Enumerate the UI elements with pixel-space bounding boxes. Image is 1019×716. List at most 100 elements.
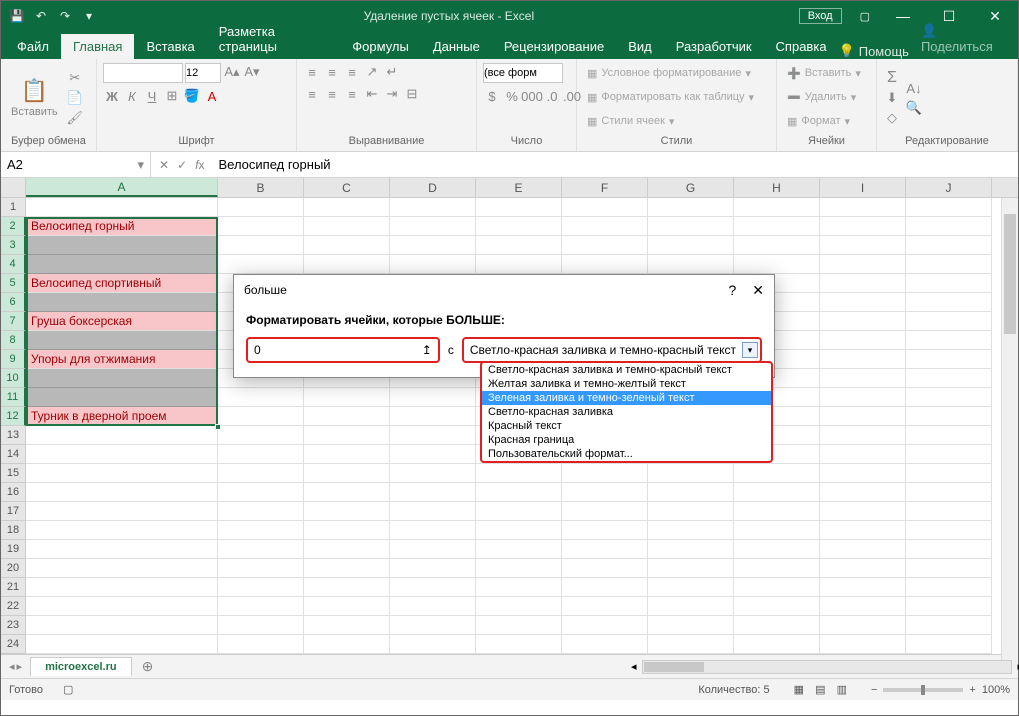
find-select-icon[interactable]: 🔍	[905, 99, 923, 117]
cell[interactable]	[476, 483, 562, 502]
cell[interactable]	[906, 198, 992, 217]
tab-file[interactable]: Файл	[5, 34, 61, 59]
row-header[interactable]: 9	[1, 350, 26, 369]
cell[interactable]: Груша боксерская	[26, 312, 218, 331]
hscroll-thumb[interactable]	[644, 662, 704, 672]
format-cells-button[interactable]: ▦Формат▾	[783, 111, 854, 131]
cell[interactable]	[562, 217, 648, 236]
scroll-left-icon[interactable]: ◂	[631, 660, 637, 673]
signin-button[interactable]: Вход	[799, 8, 842, 24]
cell[interactable]	[304, 445, 390, 464]
cell[interactable]	[562, 198, 648, 217]
cell[interactable]	[648, 540, 734, 559]
row-header[interactable]: 15	[1, 464, 26, 483]
cell[interactable]	[906, 426, 992, 445]
underline-icon[interactable]: Ч	[143, 87, 161, 105]
tab-developer[interactable]: Разработчик	[664, 34, 764, 59]
formula-input[interactable]: Велосипед горный	[212, 157, 1018, 172]
cell[interactable]	[820, 464, 906, 483]
sheet-nav-next-icon[interactable]: ▸	[17, 660, 23, 673]
page-break-view-icon[interactable]: ▥	[833, 684, 851, 696]
cell[interactable]	[820, 293, 906, 312]
align-middle-icon[interactable]: ≡	[323, 63, 341, 81]
cell[interactable]	[906, 483, 992, 502]
macro-record-icon[interactable]: ▢	[63, 683, 73, 696]
cell[interactable]	[26, 540, 218, 559]
cell[interactable]	[562, 464, 648, 483]
row-header[interactable]: 6	[1, 293, 26, 312]
cell[interactable]	[820, 255, 906, 274]
threshold-input[interactable]	[248, 343, 416, 357]
row-header[interactable]: 1	[1, 198, 26, 217]
dropdown-option[interactable]: Красная граница	[482, 433, 771, 447]
cell[interactable]	[906, 350, 992, 369]
row-header[interactable]: 4	[1, 255, 26, 274]
border-icon[interactable]: ⊞	[163, 87, 181, 105]
zoom-level[interactable]: 100%	[982, 684, 1010, 696]
cell[interactable]	[648, 236, 734, 255]
cell[interactable]	[304, 464, 390, 483]
cell[interactable]	[906, 635, 992, 654]
horizontal-scrollbar[interactable]: ◂ ▸	[642, 660, 1012, 674]
cell[interactable]	[218, 502, 304, 521]
cell[interactable]	[562, 483, 648, 502]
row-header[interactable]: 18	[1, 521, 26, 540]
cell[interactable]	[218, 635, 304, 654]
cell[interactable]	[390, 426, 476, 445]
cell[interactable]	[26, 483, 218, 502]
insert-cells-button[interactable]: ➕Вставить▾	[783, 63, 865, 83]
cell[interactable]	[218, 407, 304, 426]
cell[interactable]	[476, 255, 562, 274]
undo-icon[interactable]: ↶	[31, 6, 51, 26]
scrollbar-thumb[interactable]	[1004, 214, 1016, 334]
save-icon[interactable]: 💾	[7, 6, 27, 26]
cell[interactable]	[648, 597, 734, 616]
sheet-nav-prev-icon[interactable]: ◂	[9, 660, 15, 673]
ribbon-display-icon[interactable]: ▢	[850, 1, 880, 31]
currency-icon[interactable]: $	[483, 87, 501, 105]
cell[interactable]	[390, 464, 476, 483]
dropdown-option[interactable]: Пользовательский формат...	[482, 447, 771, 461]
cell[interactable]	[562, 578, 648, 597]
qat-dropdown-icon[interactable]: ▾	[79, 6, 99, 26]
cell[interactable]	[906, 255, 992, 274]
cell[interactable]	[304, 407, 390, 426]
cell[interactable]	[906, 578, 992, 597]
tab-insert[interactable]: Вставка	[134, 34, 206, 59]
row-header[interactable]: 7	[1, 312, 26, 331]
column-header[interactable]: H	[734, 178, 820, 197]
column-header[interactable]: B	[218, 178, 304, 197]
cell[interactable]	[390, 521, 476, 540]
row-header[interactable]: 5	[1, 274, 26, 293]
dropdown-option[interactable]: Светло-красная заливка	[482, 405, 771, 419]
tab-home[interactable]: Главная	[61, 34, 134, 59]
cell[interactable]	[648, 464, 734, 483]
decrease-indent-icon[interactable]: ⇤	[363, 85, 381, 103]
dropdown-option[interactable]: Светло-красная заливка и темно-красный т…	[482, 363, 771, 377]
autosum-icon[interactable]: Σ	[883, 69, 901, 87]
cell[interactable]	[734, 255, 820, 274]
cell[interactable]	[304, 597, 390, 616]
paste-button[interactable]: 📋 Вставить	[7, 76, 62, 120]
add-sheet-icon[interactable]: ⊕	[132, 658, 164, 675]
zoom-out-icon[interactable]: −	[871, 684, 877, 696]
wrap-text-icon[interactable]: ↵	[383, 63, 401, 81]
tab-review[interactable]: Рецензирование	[492, 34, 616, 59]
row-header[interactable]: 21	[1, 578, 26, 597]
cell[interactable]	[476, 578, 562, 597]
cell[interactable]	[476, 635, 562, 654]
cell[interactable]	[562, 616, 648, 635]
cell[interactable]	[562, 540, 648, 559]
cell[interactable]	[218, 616, 304, 635]
row-header[interactable]: 2	[1, 217, 26, 236]
cell[interactable]	[26, 464, 218, 483]
cell[interactable]	[820, 236, 906, 255]
row-header[interactable]: 11	[1, 388, 26, 407]
italic-icon[interactable]: К	[123, 87, 141, 105]
cell[interactable]	[906, 369, 992, 388]
cell[interactable]	[26, 388, 218, 407]
cell[interactable]	[218, 445, 304, 464]
cell[interactable]	[906, 217, 992, 236]
cell[interactable]	[820, 540, 906, 559]
row-header[interactable]: 14	[1, 445, 26, 464]
